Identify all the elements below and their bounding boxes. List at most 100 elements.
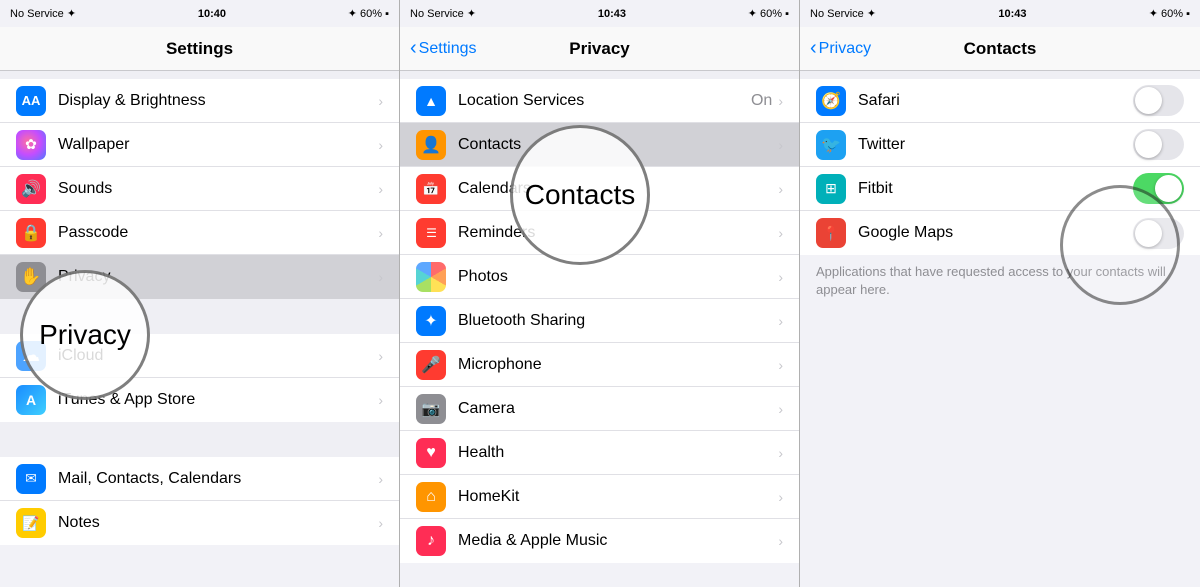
googlemaps-toggle-knob — [1135, 220, 1162, 247]
privacy-group: ▲ Location Services On › 👤 Contacts › 📅 … — [400, 79, 799, 563]
googlemaps-label: Google Maps — [858, 224, 1133, 242]
back-chevron-2: ‹ — [410, 38, 417, 58]
chevron-icon: › — [778, 313, 783, 329]
back-button-2[interactable]: ‹ Settings — [410, 39, 476, 58]
no-service-label-2: No Service ✦ — [410, 7, 476, 20]
nav-bar-3: ‹ Privacy Contacts — [800, 27, 1200, 71]
status-left-1: No Service ✦ — [10, 7, 76, 20]
icloud-icon: ☁ — [16, 341, 46, 371]
calendars-icon: 📅 — [416, 174, 446, 204]
chevron-icon: › — [778, 445, 783, 461]
calendars-label: Calendars — [458, 180, 778, 198]
contacts-apps-group: 🧭 Safari 🐦 Twitter ⊞ Fitbit — [800, 79, 1200, 255]
nav-title-3: Contacts — [964, 39, 1037, 59]
safari-toggle[interactable] — [1133, 85, 1184, 116]
photos-icon — [416, 262, 446, 292]
back-button-3[interactable]: ‹ Privacy — [810, 39, 871, 58]
sounds-label: Sounds — [58, 180, 378, 198]
privacy-item-calendars[interactable]: 📅 Calendars › — [400, 167, 799, 211]
settings-group-icloud: ☁ iCloud › A iTunes & App Store › — [0, 334, 399, 422]
chevron-icon: › — [778, 269, 783, 285]
fitbit-label: Fitbit — [858, 180, 1133, 198]
settings-item-notes[interactable]: 📝 Notes › — [0, 501, 399, 545]
wallpaper-icon: ✿ — [16, 130, 46, 160]
battery-2: ✦ 60% ▪ — [748, 7, 789, 20]
safari-icon: 🧭 — [816, 86, 846, 116]
health-label: Health — [458, 444, 778, 462]
privacy-item-contacts[interactable]: 👤 Contacts › — [400, 123, 799, 167]
contacts-label: Contacts — [458, 136, 778, 154]
fitbit-toggle[interactable] — [1133, 173, 1184, 204]
contacts-icon: 👤 — [416, 130, 446, 160]
privacy-item-reminders[interactable]: ☰ Reminders › — [400, 211, 799, 255]
twitter-toggle[interactable] — [1133, 129, 1184, 160]
status-right-1: ✦ 60% ▪ — [348, 7, 389, 20]
chevron-icon: › — [778, 489, 783, 505]
nav-bar-2: ‹ Settings Privacy — [400, 27, 799, 71]
chevron-icon: › — [378, 269, 383, 285]
privacy-item-camera[interactable]: 📷 Camera › — [400, 387, 799, 431]
display-icon: AA — [16, 86, 46, 116]
settings-item-wallpaper[interactable]: ✿ Wallpaper › — [0, 123, 399, 167]
panel-privacy: No Service ✦ 10:43 ✦ 60% ▪ ‹ Settings Pr… — [400, 0, 800, 587]
contacts-item-fitbit[interactable]: ⊞ Fitbit — [800, 167, 1200, 211]
icloud-label: iCloud — [58, 347, 378, 365]
twitter-toggle-knob — [1135, 131, 1162, 158]
settings-item-icloud[interactable]: ☁ iCloud › — [0, 334, 399, 378]
camera-icon: 📷 — [416, 394, 446, 424]
chevron-icon: › — [378, 515, 383, 531]
chevron-icon: › — [378, 471, 383, 487]
reminders-icon: ☰ — [416, 218, 446, 248]
panel-contacts: No Service ✦ 10:43 ✦ 60% ▪ ‹ Privacy Con… — [800, 0, 1200, 587]
safari-label: Safari — [858, 92, 1133, 110]
back-label-3: Privacy — [819, 40, 871, 58]
twitter-icon: 🐦 — [816, 130, 846, 160]
wallpaper-label: Wallpaper — [58, 136, 378, 154]
reminders-label: Reminders — [458, 224, 778, 242]
privacy-item-photos[interactable]: Photos › — [400, 255, 799, 299]
contacts-helper-text: Applications that have requested access … — [800, 255, 1200, 307]
battery-1: ✦ 60% ▪ — [348, 7, 389, 20]
media-icon: ♪ — [416, 526, 446, 556]
bluetooth-icon: ✦ — [416, 306, 446, 336]
display-label: Display & Brightness — [58, 92, 378, 110]
chevron-icon: › — [778, 93, 783, 109]
privacy-item-health[interactable]: ♥ Health › — [400, 431, 799, 475]
settings-list: AA Display & Brightness › ✿ Wallpaper › … — [0, 71, 399, 587]
mail-label: Mail, Contacts, Calendars — [58, 470, 378, 488]
time-2: 10:43 — [598, 8, 626, 20]
health-icon: ♥ — [416, 438, 446, 468]
passcode-label: Passcode — [58, 224, 378, 242]
back-chevron-3: ‹ — [810, 38, 817, 58]
contacts-item-safari[interactable]: 🧭 Safari — [800, 79, 1200, 123]
contacts-item-twitter[interactable]: 🐦 Twitter — [800, 123, 1200, 167]
settings-item-passcode[interactable]: 🔒 Passcode › — [0, 211, 399, 255]
chevron-icon: › — [778, 357, 783, 373]
time-3: 10:43 — [998, 8, 1026, 20]
status-left-3: No Service ✦ — [810, 7, 876, 20]
nav-title-2: Privacy — [569, 39, 630, 59]
privacy-item-location[interactable]: ▲ Location Services On › — [400, 79, 799, 123]
safari-toggle-knob — [1135, 87, 1162, 114]
privacy-item-bluetooth[interactable]: ✦ Bluetooth Sharing › — [400, 299, 799, 343]
status-bar-2: No Service ✦ 10:43 ✦ 60% ▪ — [400, 0, 799, 27]
settings-item-mail[interactable]: ✉ Mail, Contacts, Calendars › — [0, 457, 399, 501]
settings-item-privacy[interactable]: ✋ Privacy › — [0, 255, 399, 299]
location-value: On — [751, 92, 772, 110]
chevron-icon: › — [778, 225, 783, 241]
settings-item-sounds[interactable]: 🔊 Sounds › — [0, 167, 399, 211]
privacy-item-homekit[interactable]: ⌂ HomeKit › — [400, 475, 799, 519]
contacts-item-googlemaps[interactable]: 📍 Google Maps — [800, 211, 1200, 255]
privacy-item-media[interactable]: ♪ Media & Apple Music › — [400, 519, 799, 563]
chevron-icon: › — [778, 401, 783, 417]
notes-label: Notes — [58, 514, 378, 532]
appstore-label: iTunes & App Store — [58, 391, 378, 409]
location-icon: ▲ — [416, 86, 446, 116]
settings-item-appstore[interactable]: A iTunes & App Store › — [0, 378, 399, 422]
contacts-list: 🧭 Safari 🐦 Twitter ⊞ Fitbit — [800, 71, 1200, 587]
googlemaps-toggle[interactable] — [1133, 218, 1184, 249]
chevron-icon: › — [378, 348, 383, 364]
settings-item-display[interactable]: AA Display & Brightness › — [0, 79, 399, 123]
chevron-icon: › — [778, 533, 783, 549]
privacy-item-microphone[interactable]: 🎤 Microphone › — [400, 343, 799, 387]
